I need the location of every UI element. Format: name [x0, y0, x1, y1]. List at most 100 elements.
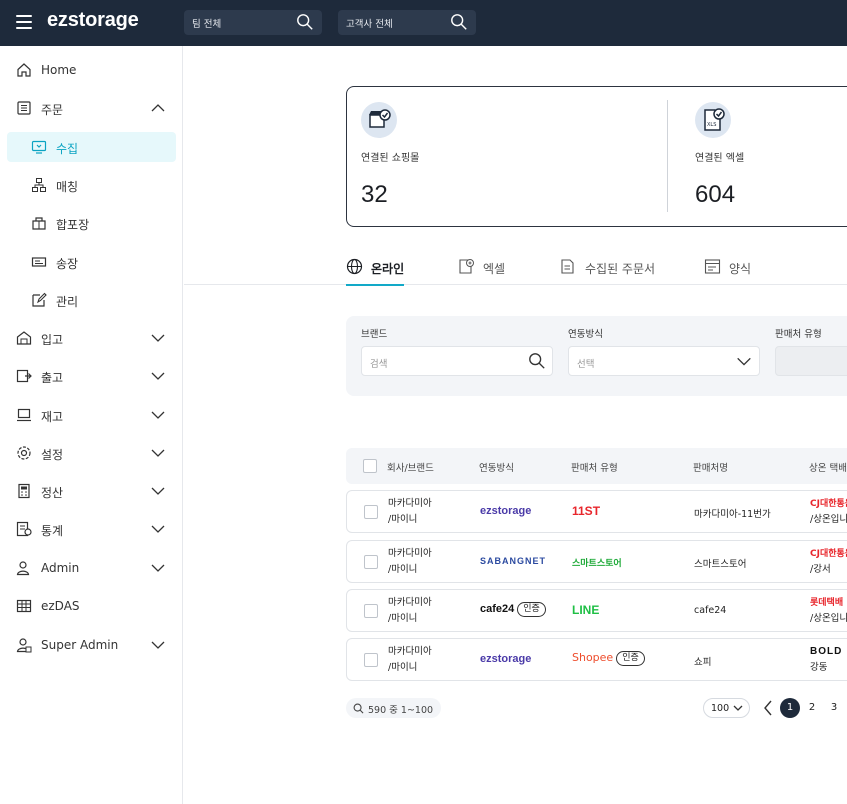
sidebar-item-home[interactable]: Home: [0, 55, 183, 85]
sidebar-item-matching[interactable]: 매칭: [0, 170, 183, 200]
column-header-company[interactable]: 회사/브랜드: [387, 460, 434, 474]
connected-excel-value: 604: [695, 181, 736, 208]
collect-icon: [31, 140, 47, 154]
prev-page-icon[interactable]: [762, 699, 774, 717]
outbound-icon: [16, 369, 32, 383]
page-button[interactable]: 3: [824, 698, 844, 718]
sidebar-item-outbound[interactable]: 출고: [0, 361, 183, 391]
seller-type-cell: 스마트스토어: [572, 556, 622, 569]
chevron-down-icon[interactable]: [151, 370, 165, 382]
package-icon: [32, 217, 46, 230]
brand-filter-label: 브랜드: [361, 329, 388, 340]
search-icon[interactable]: [450, 13, 468, 31]
chevron-down-icon[interactable]: [151, 447, 165, 459]
page-size-select[interactable]: 100: [703, 698, 750, 718]
sidebar-item-order[interactable]: 주문: [0, 93, 183, 123]
sidebar-item-label: 입고: [41, 333, 64, 347]
app-logo[interactable]: ezstorage: [47, 9, 139, 32]
connected-shops-stat[interactable]: 연결된 쇼핑몰 32: [347, 87, 647, 228]
sidebar-item-package[interactable]: 합포장: [0, 208, 183, 238]
sidebar-item-label: Home: [41, 63, 77, 77]
sidebar-item-settlement[interactable]: 정산: [0, 476, 183, 506]
connection-stats-card: 연결된 쇼핑몰 32 XLS 연결된 엑셀 604: [346, 86, 847, 227]
chevron-down-icon[interactable]: [151, 639, 165, 651]
row-checkbox[interactable]: [364, 604, 378, 618]
sidebar-item-label: 송장: [56, 257, 79, 271]
sidebar-item-label: 매칭: [56, 180, 79, 194]
customer-search[interactable]: 고객사 전체: [338, 10, 476, 35]
sidebar: Home 주문 수집 매칭 합포장 송장 관리 입고 출고 재고 설정 정산 통…: [0, 46, 183, 804]
sidebar-item-admin[interactable]: Admin: [0, 553, 183, 583]
link-method-select[interactable]: 선택: [568, 346, 760, 376]
sidebar-item-collect[interactable]: 수집: [0, 132, 183, 162]
sidebar-item-ezdas[interactable]: ezDAS: [0, 591, 183, 621]
verified-badge: 인증: [517, 602, 546, 617]
table-row[interactable]: 마카다미아/마이니 cafe24 인증 LINE cafe24 롯데택배/상온입니: [346, 589, 847, 632]
order-list-icon: [17, 101, 31, 115]
sidebar-item-label: Super Admin: [41, 638, 119, 652]
team-search[interactable]: 팀 전체: [184, 10, 322, 35]
chevron-down-icon[interactable]: [151, 523, 165, 535]
search-icon: [353, 703, 364, 714]
brand-filter: 브랜드 검색: [361, 326, 553, 376]
invoice-icon: [31, 257, 47, 267]
template-icon: [704, 259, 721, 274]
brand-search-input[interactable]: 검색: [361, 346, 553, 376]
page-button[interactable]: 2: [802, 698, 822, 718]
page-button[interactable]: 1: [780, 698, 800, 718]
company-brand-cell: 마카다미아/마이니: [388, 498, 432, 525]
table-row[interactable]: 마카다미아/마이니 SABANGNET 스마트스토어 스마트스토어 CJ대한통운…: [346, 540, 847, 583]
row-checkbox[interactable]: [364, 555, 378, 569]
column-header-seller-name[interactable]: 판매처명: [693, 460, 728, 474]
tab-excel[interactable]: 엑셀: [458, 248, 518, 285]
connected-excel-label: 연결된 엑셀: [695, 153, 745, 164]
chevron-down-icon[interactable]: [151, 332, 165, 344]
sidebar-item-invoice[interactable]: 송장: [0, 247, 183, 277]
sidebar-item-stats[interactable]: 통계: [0, 514, 183, 544]
edit-icon: [32, 292, 47, 307]
seller-name-cell: 쇼피: [694, 657, 712, 668]
row-checkbox[interactable]: [364, 505, 378, 519]
sidebar-item-inbound[interactable]: 입고: [0, 323, 183, 353]
sidebar-item-label: 합포장: [56, 218, 90, 232]
chevron-down-icon[interactable]: [151, 409, 165, 421]
sidebar-item-manage[interactable]: 관리: [0, 285, 183, 315]
filter-panel: 브랜드 검색 연동방식 선택 판매처 유형: [346, 316, 847, 396]
svg-text:XLS: XLS: [707, 122, 716, 128]
sidebar-item-settings[interactable]: 설정: [0, 438, 183, 468]
ezstorage-logo: ezstorage: [480, 505, 532, 517]
company-brand-cell: 마카다미아/마이니: [388, 646, 432, 673]
connected-shops-label: 연결된 쇼핑몰: [361, 153, 420, 164]
tab-collected-orders[interactable]: 수집된 주문서: [560, 248, 660, 285]
link-method-cell: ezstorage: [480, 653, 531, 665]
row-checkbox[interactable]: [364, 653, 378, 667]
seller-type-cell: Shopee 인증: [572, 651, 645, 666]
shopee-logo: Shopee: [572, 651, 614, 664]
table-row[interactable]: 마카다미아/마이니 ezstorage 11ST 마카다미아-11번가 CJ대한…: [346, 490, 847, 533]
chevron-down-icon[interactable]: [151, 485, 165, 497]
sidebar-item-label: 수집: [56, 142, 79, 156]
seller-type-select[interactable]: [775, 346, 847, 376]
tab-online[interactable]: 온라인: [346, 248, 404, 286]
hamburger-menu-icon[interactable]: [16, 15, 32, 29]
sidebar-item-label: 주문: [41, 103, 64, 117]
excel-file-icon: XLS: [695, 102, 731, 138]
carrier-cell: BOLD 강동: [810, 646, 843, 673]
column-header-seller-type[interactable]: 판매처 유형: [571, 460, 618, 474]
chevron-up-icon[interactable]: [151, 102, 165, 114]
chevron-down-icon[interactable]: [151, 562, 165, 574]
select-all-checkbox[interactable]: [363, 459, 377, 473]
search-icon[interactable]: [296, 13, 314, 31]
column-header-carrier[interactable]: 상온 택배사: [809, 460, 847, 474]
connected-excel-stat[interactable]: XLS 연결된 엑셀 604: [681, 87, 847, 228]
sidebar-item-label: 통계: [41, 524, 64, 538]
search-icon[interactable]: [528, 352, 546, 370]
table-row[interactable]: 마카다미아/마이니 ezstorage Shopee 인증 쇼피 BOLD 강동: [346, 638, 847, 681]
super-admin-icon: [16, 638, 32, 653]
sidebar-item-super-admin[interactable]: Super Admin: [0, 630, 183, 660]
chevron-down-icon[interactable]: [735, 352, 753, 370]
sidebar-item-stock[interactable]: 재고: [0, 400, 183, 430]
sidebar-item-label: ezDAS: [41, 599, 80, 613]
column-header-link[interactable]: 연동방식: [479, 460, 514, 474]
tab-template[interactable]: 양식: [704, 248, 764, 285]
